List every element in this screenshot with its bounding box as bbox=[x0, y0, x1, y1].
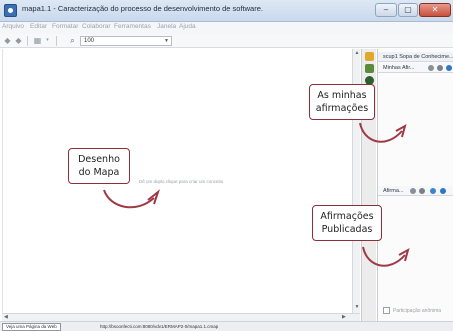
info-icon[interactable] bbox=[440, 188, 446, 194]
menu-colaborar[interactable]: Colaborar bbox=[82, 23, 111, 30]
annotation-line: As minhas bbox=[317, 90, 367, 101]
menu-janela[interactable]: Janela bbox=[157, 23, 176, 30]
annotation-line: afirmações bbox=[315, 103, 369, 114]
published-propositions-header[interactable]: Afirma... bbox=[378, 186, 453, 196]
scroll-down-icon[interactable]: ▼ bbox=[354, 304, 360, 310]
window-title-bar: mapa1.1 - Caracterização do processo de … bbox=[0, 0, 453, 22]
status-url: http://bsoonfecti.com:8080/vdv1/ERMAP2-0… bbox=[100, 324, 219, 329]
annotation-line: Publicadas bbox=[321, 224, 373, 235]
edit-icon[interactable] bbox=[428, 65, 434, 71]
toolbar-separator bbox=[56, 36, 57, 46]
window-title: mapa1.1 - Caracterização do processo de … bbox=[22, 4, 263, 13]
menu-formatar[interactable]: Formatar bbox=[52, 23, 78, 30]
panel-header-soup: scup1 Sopa de Conhecime... bbox=[378, 52, 453, 62]
annotation-arrow-publicadas bbox=[362, 246, 410, 267]
app-icon bbox=[4, 4, 17, 17]
filter-icon[interactable] bbox=[410, 188, 416, 194]
published-propositions-label: Afirma... bbox=[383, 188, 404, 194]
refresh-icon[interactable] bbox=[430, 188, 436, 194]
menu-ferramentas[interactable]: Ferramentas bbox=[114, 23, 151, 30]
cmaps-icon[interactable] bbox=[365, 64, 374, 73]
folder-icon[interactable] bbox=[365, 52, 374, 61]
annotation-arrow-minhas bbox=[359, 122, 407, 143]
back-arrow-icon[interactable]: ◆ bbox=[3, 36, 12, 45]
my-propositions-label: Minhas Afir... bbox=[383, 65, 415, 71]
anonymous-participation-label: Participação anônima bbox=[393, 308, 442, 314]
scroll-left-icon[interactable]: ◀ bbox=[4, 314, 8, 320]
anonymous-participation-checkbox[interactable] bbox=[383, 307, 390, 314]
sort-icon[interactable] bbox=[419, 188, 425, 194]
annotation-desenho-mapa: Desenho do Mapa bbox=[68, 148, 130, 184]
horizontal-scrollbar[interactable]: ◀ ▶ bbox=[2, 313, 360, 321]
annotation-line: do Mapa bbox=[78, 167, 120, 178]
annotation-line: Afirmações bbox=[320, 211, 374, 222]
annotation-line: Desenho bbox=[78, 154, 120, 165]
minimize-button[interactable]: – bbox=[375, 3, 397, 17]
annotation-arrow-desenho bbox=[103, 189, 161, 209]
grid-icon[interactable]: ▦ bbox=[33, 36, 42, 45]
chevron-down-icon[interactable]: ▾ bbox=[43, 36, 52, 45]
remove-icon[interactable] bbox=[437, 65, 443, 71]
zoom-select[interactable]: 100 ▼ bbox=[80, 36, 172, 46]
chevron-down-icon: ▼ bbox=[164, 38, 169, 44]
close-button[interactable]: ✕ bbox=[419, 3, 451, 17]
toolbar-separator bbox=[27, 36, 28, 46]
menu-editar[interactable]: Editar bbox=[30, 23, 47, 30]
knowledge-soup-panel: scup1 Sopa de Conhecime... Minhas Afir..… bbox=[377, 49, 453, 321]
menu-arquivo[interactable]: Arquivo bbox=[2, 23, 24, 30]
maximize-button[interactable]: ▢ bbox=[398, 3, 418, 17]
menu-bar: Arquivo Editar Formatar Colaborar Ferram… bbox=[0, 22, 453, 34]
scroll-up-icon[interactable]: ▲ bbox=[354, 50, 360, 56]
toolbar: ◆ ◆ ▦ ▾ ⌕ 100 ▼ bbox=[0, 34, 453, 48]
forward-arrow-icon[interactable]: ◆ bbox=[14, 36, 23, 45]
scroll-right-icon[interactable]: ▶ bbox=[342, 314, 346, 320]
annotation-minhas-afirmacoes: As minhas afirmações bbox=[309, 84, 375, 120]
info-icon[interactable] bbox=[446, 65, 452, 71]
map-canvas[interactable]: Dê um duplo clique para criar um conceit… bbox=[2, 49, 352, 313]
zoom-value: 100 bbox=[84, 38, 95, 44]
view-webpage-button[interactable]: Veja uma Página da Web bbox=[2, 323, 61, 331]
my-propositions-header[interactable]: Minhas Afir... bbox=[378, 63, 453, 73]
zoom-icon: ⌕ bbox=[70, 36, 75, 45]
annotation-afirmacoes-publicadas: Afirmações Publicadas bbox=[312, 205, 382, 241]
menu-ajuda[interactable]: Ajuda bbox=[179, 23, 196, 30]
status-bar: Veja uma Página da Web http://bsoonfecti… bbox=[0, 321, 453, 331]
